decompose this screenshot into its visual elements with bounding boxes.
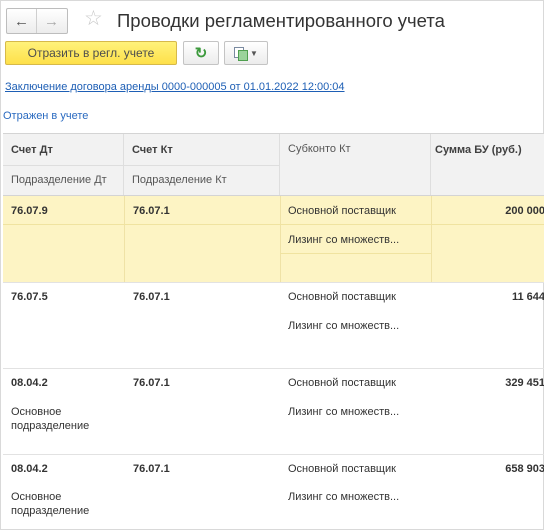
amount-cell: 329 451: [505, 377, 544, 389]
header-credit-account[interactable]: Счет Кт: [124, 134, 280, 165]
subconto-2-cell: Лизинг со множеств...: [288, 320, 400, 332]
post-to-regulated-accounting-button[interactable]: Отразить в регл. учете: [5, 41, 177, 65]
table-row[interactable]: 08.04.2 76.07.1 Основной поставщик Лизин…: [3, 368, 544, 454]
debit-account-cell: 08.04.2: [11, 377, 48, 389]
amount-cell: 658 903: [505, 463, 544, 475]
row-divider: [280, 253, 431, 254]
row-divider: [3, 224, 544, 225]
amount-cell: 11 644: [511, 291, 544, 303]
credit-account-cell: 76.07.1: [133, 377, 170, 389]
window-frame: ← → ☆ Проводки регламентированного учета…: [0, 0, 544, 530]
refresh-button[interactable]: ↻: [183, 41, 219, 65]
arrow-right-icon: →: [44, 12, 59, 30]
row-divider: [280, 196, 281, 282]
arrow-left-icon: ←: [14, 12, 29, 30]
header-division-debit[interactable]: Подразделение Дт: [3, 165, 124, 195]
subconto-2-cell: Лизинг со множеств...: [288, 234, 400, 246]
header-amount-spacer: [431, 165, 544, 195]
amount-cell: 200 000: [505, 205, 544, 217]
refresh-icon: ↻: [194, 45, 208, 62]
row-divider: [124, 196, 125, 282]
subconto-2-cell: Лизинг со множеств...: [288, 406, 400, 418]
header-divider: [3, 165, 280, 166]
debit-account-cell: 76.07.9: [11, 205, 48, 217]
debit-account-cell: 76.07.5: [11, 291, 48, 303]
subconto-2-cell: Лизинг со множеств...: [288, 491, 400, 503]
document-link[interactable]: Заключение договора аренды 0000-000005 о…: [5, 81, 345, 93]
credit-account-cell: 76.07.1: [133, 205, 170, 217]
header-amount-bu[interactable]: Сумма БУ (руб.): [431, 134, 544, 165]
header-division-credit[interactable]: Подразделение Кт: [124, 165, 280, 195]
related-documents-menu-button[interactable]: ▼: [224, 41, 268, 65]
status-text: Отражен в учете: [3, 110, 89, 122]
division-debit-cell: Основное подразделение: [11, 491, 90, 517]
documents-icon: [234, 47, 249, 61]
forward-button[interactable]: →: [36, 9, 66, 33]
subconto-1-cell: Основной поставщик: [288, 205, 396, 217]
header-debit-account[interactable]: Счет Дт: [3, 134, 124, 165]
back-button[interactable]: ←: [7, 9, 36, 33]
division-debit-cell: Основное подразделение: [11, 406, 90, 432]
chevron-down-icon: ▼: [250, 48, 258, 58]
page-title: Проводки регламентированного учета: [117, 10, 445, 31]
navigation-buttons: ← →: [6, 8, 68, 34]
header-subconto-credit[interactable]: Субконто Кт: [280, 134, 431, 195]
credit-account-cell: 76.07.1: [133, 463, 170, 475]
postings-table: Счет Дт Счет Кт Субконто Кт Сумма БУ (ру…: [3, 133, 544, 532]
table-row[interactable]: 08.04.2 76.07.1 Основной поставщик Лизин…: [3, 454, 544, 532]
row-divider: [431, 196, 432, 282]
credit-account-cell: 76.07.1: [133, 291, 170, 303]
subconto-1-cell: Основной поставщик: [288, 463, 396, 475]
subconto-1-cell: Основной поставщик: [288, 377, 396, 389]
table-row[interactable]: 76.07.5 76.07.1 Основной поставщик Лизин…: [3, 282, 544, 368]
favorite-star-icon[interactable]: ☆: [84, 7, 103, 31]
subconto-1-cell: Основной поставщик: [288, 291, 396, 303]
table-row[interactable]: 76.07.9 76.07.1 Основной поставщик Лизин…: [3, 196, 544, 282]
debit-account-cell: 08.04.2: [11, 463, 48, 475]
